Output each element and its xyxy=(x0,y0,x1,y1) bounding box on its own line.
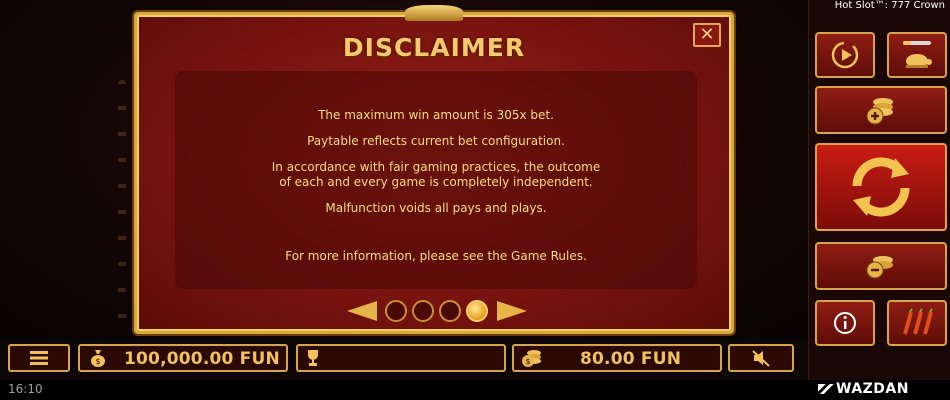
disclaimer-line: The maximum win amount is 305x bet. xyxy=(318,108,554,122)
hamburger-menu-icon xyxy=(10,346,68,370)
disclaimer-line: Malfunction voids all pays and plays. xyxy=(325,201,547,215)
prev-page-button[interactable] xyxy=(347,301,377,321)
game-name: Hot Slot™: 777 Crown xyxy=(834,0,945,11)
svg-text:$: $ xyxy=(95,357,100,366)
money-bag-icon: $ xyxy=(80,346,116,370)
sound-toggle-button[interactable] xyxy=(728,344,794,372)
balance-value: 100,000.00 FUN xyxy=(124,349,280,369)
autoplay-icon xyxy=(817,34,873,76)
bottom-bar: $ 100,000.00 FUN $ 80.00 FUN xyxy=(0,340,808,380)
disclaimer-line: For more information, please see the Gam… xyxy=(285,249,587,263)
disclaimer-dialog: DISCLAIMER ✕ The maximum win amount is 3… xyxy=(134,5,734,334)
page-dot[interactable] xyxy=(385,300,407,322)
dialog-title: DISCLAIMER xyxy=(342,33,526,62)
coin-stack-icon: $ xyxy=(514,346,550,370)
coins-minus-icon xyxy=(817,244,945,288)
page-dot[interactable] xyxy=(439,300,461,322)
status-bar: 16:10 WAZDAN xyxy=(0,380,950,400)
crown-ornament-icon xyxy=(405,5,463,21)
chili-button[interactable] xyxy=(887,300,947,346)
svg-text:$: $ xyxy=(525,357,530,366)
menu-button[interactable] xyxy=(8,344,70,372)
bet-increase-button[interactable] xyxy=(815,86,947,134)
side-panel: Hot Slot™: 777 Crown xyxy=(808,0,950,380)
trophy-icon xyxy=(298,346,328,370)
spin-icon xyxy=(817,145,945,229)
turtle-icon xyxy=(889,34,945,76)
disclaimer-line: Paytable reflects current bet configurat… xyxy=(307,134,565,148)
chili-icon xyxy=(889,302,945,344)
disclaimer-line: of each and every game is completely ind… xyxy=(279,175,593,189)
wazdan-logo-icon xyxy=(818,384,834,394)
spin-button[interactable] xyxy=(815,143,947,231)
clock: 16:10 xyxy=(8,382,43,396)
bet-decrease-button[interactable] xyxy=(815,242,947,290)
autoplay-button[interactable] xyxy=(815,32,875,78)
win-box xyxy=(296,344,506,372)
disclaimer-line: In accordance with fair gaming practices… xyxy=(271,160,601,174)
page-dot-active[interactable] xyxy=(466,300,488,322)
info-button[interactable] xyxy=(815,300,875,346)
page-navigation xyxy=(137,297,731,325)
page-dot[interactable] xyxy=(412,300,434,322)
brand-logo-text: WAZDAN xyxy=(836,381,909,397)
next-page-button[interactable] xyxy=(497,301,527,321)
bet-box: $ 80.00 FUN xyxy=(512,344,722,372)
disclaimer-text-panel: The maximum win amount is 305x bet. Payt… xyxy=(175,71,697,289)
turbo-button[interactable] xyxy=(887,32,947,78)
speaker-muted-icon xyxy=(730,346,792,370)
bet-value: 80.00 FUN xyxy=(580,349,682,369)
coins-plus-icon xyxy=(817,88,945,132)
close-button[interactable]: ✕ xyxy=(693,23,721,47)
info-icon xyxy=(817,302,873,344)
balance-box: $ 100,000.00 FUN xyxy=(78,344,288,372)
background-rivets xyxy=(118,80,126,330)
